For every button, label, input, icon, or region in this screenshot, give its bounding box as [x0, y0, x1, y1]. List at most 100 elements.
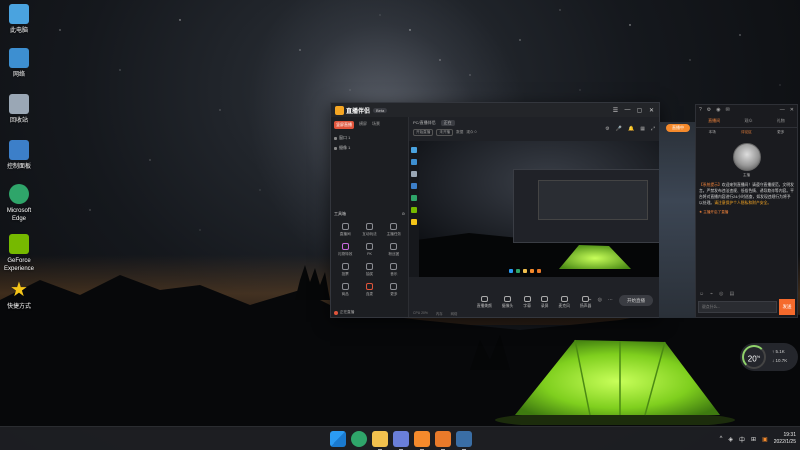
camera-button[interactable]: 摄像头: [502, 296, 513, 309]
chat-input[interactable]: 说点什么...: [698, 301, 777, 313]
more-icon[interactable]: ⋯: [608, 297, 613, 303]
subtitle-icon: [523, 296, 531, 302]
tool-item[interactable]: 连麦: [357, 283, 381, 297]
tool-item[interactable]: 礼物特效: [333, 243, 357, 257]
live-status: 正在直播: [334, 310, 405, 315]
app-titlebar[interactable]: 直播伴侣 Beta ☰ — ▢ ✕: [331, 103, 659, 117]
record-button[interactable]: 录屏: [541, 296, 548, 309]
chat-subtabs: 本场 评论区 更多: [696, 128, 797, 137]
target-icon[interactable]: ◎: [598, 297, 602, 303]
chat-toolbar: ☺ ⌁ ◎ ▤: [699, 291, 794, 297]
tab-audience[interactable]: 观众: [744, 118, 752, 124]
menu-button[interactable]: ☰: [612, 107, 619, 114]
subtab-more[interactable]: 更多: [777, 130, 784, 135]
send-button[interactable]: 发送: [779, 299, 795, 315]
room-tag[interactable]: 开始直播: [413, 129, 434, 136]
close-button[interactable]: ✕: [648, 107, 655, 114]
system-notice: 【系统提示】欢迎来到直播间！请遵守直播规范，文明发言。严禁发布违法违规、低俗色情…: [699, 183, 794, 205]
beauty-button[interactable]: 直播美颜: [477, 296, 492, 309]
desktop-icon-network[interactable]: 网络: [2, 48, 36, 79]
steam-icon[interactable]: [456, 431, 472, 450]
live-status-button[interactable]: 直播中: [666, 124, 690, 132]
signal-icon[interactable]: ⌁: [589, 297, 592, 303]
clock[interactable]: 19:31 2022/1/25: [774, 432, 796, 446]
desktop-icon-edge[interactable]: Microsoft Edge: [2, 184, 36, 223]
microphone-button[interactable]: 麦克风: [558, 296, 570, 309]
source-item[interactable]: 摄像 1: [331, 143, 408, 153]
app-icon: [411, 171, 417, 177]
clock-time: 19:31: [783, 432, 796, 438]
desktop-icon-geforce[interactable]: GeForce Experience: [2, 234, 36, 273]
mail-icon[interactable]: ✉: [726, 107, 730, 113]
orange-app-icon[interactable]: [414, 431, 430, 450]
tab-horizontal[interactable]: 横屏: [359, 121, 367, 129]
record-icon[interactable]: ◉: [716, 107, 720, 113]
tool-item[interactable]: 商品: [333, 283, 357, 297]
tab-scene[interactable]: 场景: [372, 121, 380, 129]
chat-tabs: 直播间 观众 礼物: [696, 115, 797, 128]
tray-overflow-icon[interactable]: ^: [720, 436, 723, 442]
orange-app-icon-2[interactable]: [435, 431, 451, 450]
tab-vertical-live[interactable]: 竖屏直播: [334, 121, 354, 129]
target-icon[interactable]: ◎: [719, 291, 723, 297]
camera-icon: [504, 296, 512, 302]
desktop-icon-recycle-bin[interactable]: 回收站: [2, 94, 36, 125]
subtitle-button[interactable]: 字幕: [523, 296, 531, 309]
windows-start-icon[interactable]: [330, 431, 346, 447]
minimize-button[interactable]: —: [780, 107, 785, 113]
tool-item[interactable]: 主播任务: [382, 223, 406, 237]
edge-icon: [9, 184, 29, 204]
room-tag[interactable]: 未开播: [436, 129, 454, 136]
tool-item[interactable]: 投票: [333, 263, 357, 277]
app-tray-icon[interactable]: ▣: [762, 436, 768, 443]
defender-icon[interactable]: ◈: [728, 436, 733, 443]
edge-icon[interactable]: [351, 431, 367, 447]
stream-side-controls: ⌁ ◎ ⋯: [589, 297, 613, 303]
desktop-icon-this-pc[interactable]: 此电脑: [2, 4, 36, 35]
anchor-avatar[interactable]: [732, 143, 761, 171]
bell-icon[interactable]: 🔔: [628, 126, 634, 132]
desktop-icon-control-panel[interactable]: 控制面板: [2, 140, 36, 171]
toolbox-settings-icon[interactable]: ⊙: [402, 211, 405, 217]
mic-icon[interactable]: 🎤: [616, 126, 622, 132]
source-item[interactable]: 窗口 1: [331, 133, 408, 143]
subtab-session[interactable]: 本场: [709, 130, 716, 135]
tool-icon: [365, 263, 373, 270]
minimize-button[interactable]: —: [624, 107, 631, 114]
grid-icon[interactable]: ▦: [640, 126, 645, 132]
file-explorer-icon[interactable]: [372, 431, 388, 450]
signal-icon[interactable]: ⌁: [710, 291, 713, 297]
desktop-icon-shortcut[interactable]: ★ 快捷方式: [2, 280, 36, 311]
app-icon: [411, 147, 417, 153]
chat-panel: ? ⚙ ◉ ✉ — ✕ 直播间 观众 礼物 本场 评论区 更多 主播 【系统提示…: [695, 104, 798, 318]
tab-live-room[interactable]: 直播间: [708, 118, 720, 124]
start-live-button[interactable]: 开始直播: [619, 295, 653, 306]
chat-titlebar: ? ⚙ ◉ ✉ — ✕: [696, 105, 797, 115]
help-icon[interactable]: ?: [699, 107, 702, 113]
tool-item[interactable]: PK: [357, 243, 381, 257]
tool-item[interactable]: 更多: [382, 283, 406, 297]
expand-icon[interactable]: ⤢: [651, 126, 655, 132]
app-icon[interactable]: [393, 431, 409, 450]
input-method-icon[interactable]: 中: [739, 435, 745, 444]
nested-window-preview: [513, 169, 659, 243]
tool-item[interactable]: 音乐: [382, 263, 406, 277]
live-preview[interactable]: [409, 141, 659, 277]
version-badge: Beta: [373, 107, 388, 113]
network-icon[interactable]: ⊞: [751, 436, 756, 443]
settings-icon[interactable]: ⚙: [605, 126, 609, 132]
settings-icon[interactable]: ⚙: [707, 107, 711, 113]
maximize-button[interactable]: ▢: [636, 107, 643, 114]
tool-item[interactable]: 互动玩法: [357, 223, 381, 237]
list-icon[interactable]: ▤: [730, 291, 735, 297]
emoji-icon[interactable]: ☺: [699, 291, 704, 297]
close-button[interactable]: ✕: [790, 107, 794, 113]
this-pc-icon: [9, 4, 29, 24]
subtab-comments[interactable]: 评论区: [741, 130, 752, 135]
app-icon: [411, 183, 417, 189]
tool-item[interactable]: 直播间: [333, 223, 357, 237]
tool-item[interactable]: 抽奖: [357, 263, 381, 277]
tool-item[interactable]: 粉丝团: [382, 243, 406, 257]
tab-gifts[interactable]: 礼物: [777, 118, 785, 124]
performance-widget[interactable]: 20% ↑ 5.1K ↓ 10.7K: [740, 343, 798, 371]
